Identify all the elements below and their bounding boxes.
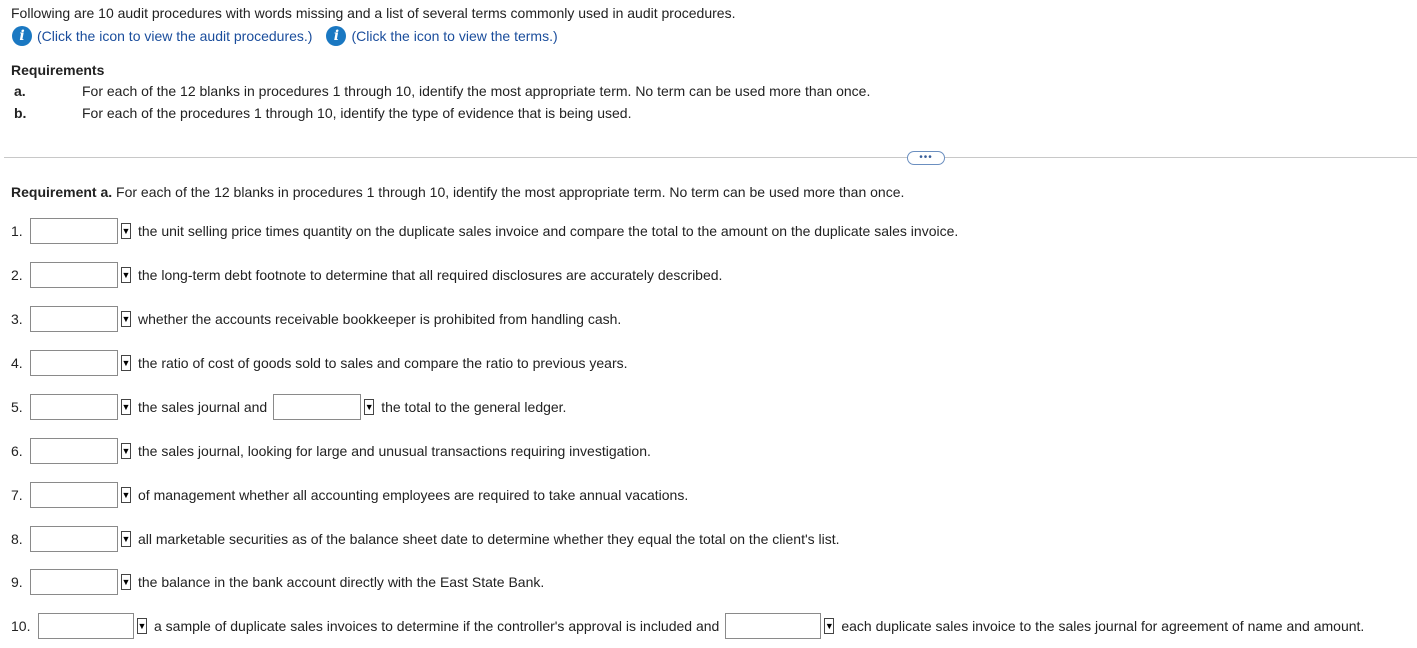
procedure-number: 9. [11,574,23,590]
procedure-text: the sales journal, looking for large and… [138,443,651,459]
info-links-row: i (Click the icon to view the audit proc… [12,26,558,46]
intro-text: Following are 10 audit procedures with w… [11,5,736,21]
view-terms-link[interactable]: (Click the icon to view the terms.) [351,28,557,44]
term-dropdown[interactable] [30,526,118,552]
procedure-text: a sample of duplicate sales invoices to … [154,618,720,634]
dropdown-arrow-icon[interactable]: ▼ [121,574,131,590]
term-dropdown[interactable] [38,613,134,639]
requirement-a-letter: a. [14,83,26,99]
term-dropdown[interactable] [30,218,118,244]
dropdown-arrow-icon[interactable]: ▼ [121,223,131,239]
procedure-row: 3. ▼ whether the accounts receivable boo… [0,304,621,334]
dropdown-arrow-icon[interactable]: ▼ [121,399,131,415]
procedure-text: of management whether all accounting emp… [138,487,689,503]
procedure-number: 2. [11,267,23,283]
term-dropdown[interactable] [30,262,118,288]
requirement-b-letter: b. [14,105,27,121]
requirements-title: Requirements [11,62,105,78]
info-icon[interactable]: i [326,26,347,46]
procedure-number: 3. [11,311,23,327]
procedure-row: 2. ▼ the long-term debt footnote to dete… [0,260,722,290]
procedure-text: the long-term debt footnote to determine… [138,267,723,283]
procedure-number: 10. [11,618,31,634]
dropdown-arrow-icon[interactable]: ▼ [121,443,131,459]
dropdown-arrow-icon[interactable]: ▼ [121,531,131,547]
procedure-number: 4. [11,355,23,371]
term-dropdown[interactable] [30,569,118,595]
procedure-row: 1. ▼ the unit selling price times quanti… [0,216,958,246]
term-dropdown[interactable] [30,350,118,376]
term-dropdown[interactable] [30,438,118,464]
procedure-number: 6. [11,443,23,459]
procedure-row: 6. ▼ the sales journal, looking for larg… [0,436,651,466]
dropdown-arrow-icon[interactable]: ▼ [121,311,131,327]
dropdown-arrow-icon[interactable]: ▼ [137,618,147,634]
dropdown-arrow-icon[interactable]: ▼ [121,487,131,503]
procedure-row: 5. ▼ the sales journal and ▼ the total t… [0,392,566,422]
view-procedures-link[interactable]: (Click the icon to view the audit proced… [37,28,312,44]
dropdown-arrow-icon[interactable]: ▼ [121,355,131,371]
term-dropdown-second[interactable] [725,613,822,639]
procedure-text: the sales journal and [138,399,268,415]
procedure-row: 8. ▼ all marketable securities as of the… [0,524,840,554]
procedure-number: 1. [11,223,23,239]
procedure-row: 7. ▼ of management whether all accountin… [0,480,688,510]
term-dropdown[interactable] [30,482,118,508]
procedure-text-continued: the total to the general ledger. [381,399,567,415]
section-divider [4,157,1417,158]
requirement-a-label: Requirement a. [11,184,113,200]
procedure-number: 7. [11,487,23,503]
dropdown-arrow-icon[interactable]: ▼ [121,267,131,283]
info-icon[interactable]: i [12,26,32,46]
procedure-text: the ratio of cost of goods sold to sales… [138,355,628,371]
procedure-row: 4. ▼ the ratio of cost of goods sold to … [0,348,628,378]
procedure-row: 10. ▼ a sample of duplicate sales invoic… [0,611,1364,641]
procedure-text: whether the accounts receivable bookkeep… [138,311,622,327]
requirement-b-text: For each of the procedures 1 through 10,… [82,105,632,121]
requirement-a-text: For each of the 12 blanks in procedures … [82,83,871,99]
procedure-text: all marketable securities as of the bala… [138,531,840,547]
dropdown-arrow-icon[interactable]: ▼ [824,618,835,634]
procedure-row: 9. ▼ the balance in the bank account dir… [0,567,544,597]
procedure-number: 8. [11,531,23,547]
procedure-text-continued: each duplicate sales invoice to the sale… [841,618,1365,634]
procedure-text: the unit selling price times quantity on… [138,223,959,239]
procedure-number: 5. [11,399,23,415]
term-dropdown[interactable] [30,306,118,332]
procedure-text: the balance in the bank account directly… [138,574,545,590]
more-button[interactable]: ••• [907,151,945,165]
dropdown-arrow-icon[interactable]: ▼ [364,399,375,415]
requirement-a-heading: Requirement a. For each of the 12 blanks… [11,184,904,200]
requirement-a-instructions: For each of the 12 blanks in procedures … [112,184,905,200]
term-dropdown[interactable] [30,394,118,420]
term-dropdown-second[interactable] [273,394,362,420]
